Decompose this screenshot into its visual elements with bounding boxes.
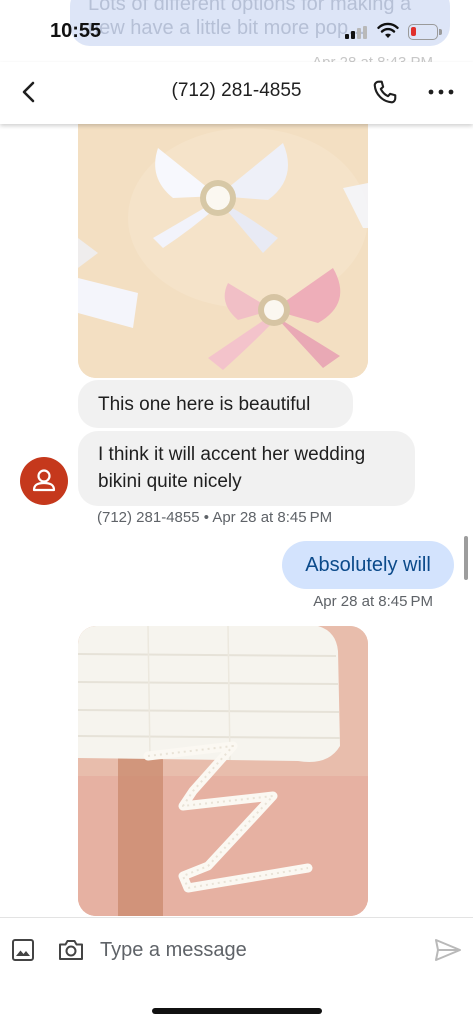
incoming-message-timestamp: (712) 281-4855 • Apr 28 at 8:45 PM [97,509,333,526]
status-time: 10:55 [50,20,102,42]
outgoing-message-timestamp: Apr 28 at 8:45 PM [313,593,433,610]
image-message-lace[interactable] [78,626,368,916]
contact-title[interactable]: (712) 281-4855 [0,80,473,102]
wifi-icon [377,22,399,38]
signal-icon [345,26,369,39]
incoming-message-bubble[interactable]: I think it will accent her wedding bikin… [78,431,415,506]
send-icon[interactable] [434,938,462,962]
gallery-icon[interactable] [11,938,35,962]
home-indicator[interactable] [152,1008,322,1014]
contact-avatar[interactable] [20,457,68,505]
compose-bar [0,917,473,983]
person-icon [32,469,56,492]
satin-bows-photo [78,88,368,378]
status-bar: 10:55 [0,0,473,62]
incoming-message-bubble[interactable]: This one here is beautiful [78,380,353,428]
battery-icon [408,24,442,40]
outgoing-message-bubble[interactable]: Absolutely will [282,541,454,589]
phone-call-icon[interactable] [371,78,399,106]
scrollbar-thumb[interactable] [464,536,468,580]
lace-trim-photo [78,626,368,916]
camera-icon[interactable] [57,936,85,964]
message-input[interactable] [100,932,410,968]
more-options-icon[interactable] [426,78,456,106]
conversation-header: (712) 281-4855 [0,62,473,124]
image-message-bows[interactable] [78,88,368,378]
